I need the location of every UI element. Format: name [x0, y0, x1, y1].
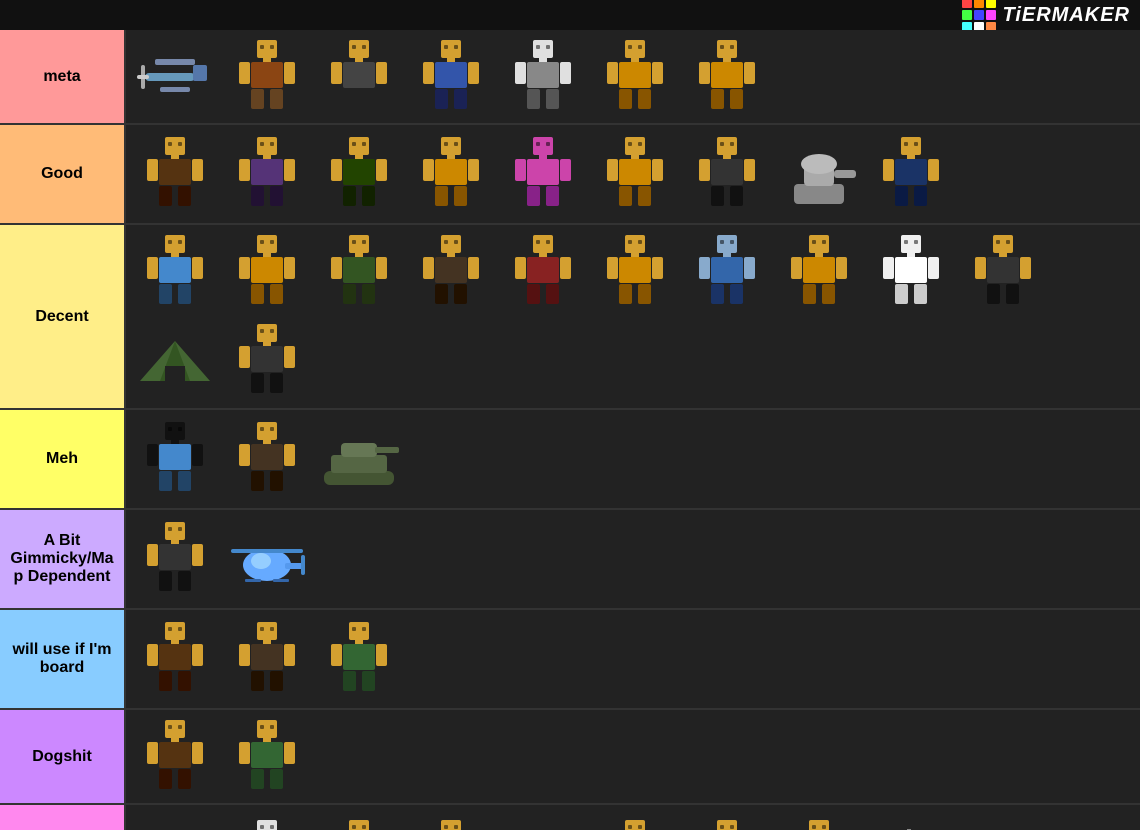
tier-row-dogshit: Dogshit [0, 710, 1140, 805]
tier-label-gimmicky: A Bit Gimmicky/Map Dependent [0, 510, 126, 608]
tier-item [866, 814, 956, 830]
tiers-wrapper: meta [0, 30, 1140, 830]
tier-list: TiERMAKER meta [0, 0, 1140, 830]
tier-row-decent: Decent [0, 225, 1140, 410]
tier-item [130, 34, 220, 119]
tier-item [406, 132, 496, 217]
tier-label-decent: Decent [0, 225, 126, 408]
tier-item [222, 318, 312, 403]
tier-item [682, 34, 772, 119]
tier-item [682, 814, 772, 830]
tier-label-dogshit: Dogshit [0, 710, 126, 803]
top-bar: TiERMAKER [0, 0, 1140, 30]
tier-item [406, 814, 496, 830]
tier-item [590, 814, 680, 830]
tier-item [222, 714, 312, 799]
tier-item [130, 714, 220, 799]
tiermaker-logo: TiERMAKER [962, 0, 1130, 32]
tier-item [130, 417, 220, 502]
tier-label-never: Never own/use [0, 805, 126, 830]
tier-row-board: will use if I'm board [0, 610, 1140, 710]
tier-items-good [126, 125, 1140, 223]
tier-item [222, 814, 312, 830]
logo-cell [974, 0, 984, 8]
tier-item [314, 34, 404, 119]
tier-item [222, 132, 312, 217]
tier-item [498, 814, 588, 830]
tier-label-board: will use if I'm board [0, 610, 126, 708]
tier-item [958, 230, 1048, 315]
tier-item [314, 617, 404, 702]
tier-item [130, 230, 220, 315]
tier-item [130, 132, 220, 217]
tier-items-never [126, 805, 1140, 830]
logo-cell [962, 10, 972, 20]
tier-item [222, 617, 312, 702]
tier-items-board [126, 610, 1140, 708]
tier-item [774, 132, 864, 217]
tier-label-meh: Meh [0, 410, 126, 508]
tier-item [498, 132, 588, 217]
tier-row-never: Never own/use [0, 805, 1140, 830]
tier-item [590, 230, 680, 315]
logo-grid [962, 0, 996, 32]
tier-row-meta: meta [0, 30, 1140, 125]
tier-item [130, 617, 220, 702]
logo-text: TiERMAKER [1002, 4, 1130, 27]
tier-item [130, 517, 220, 602]
tier-item [406, 230, 496, 315]
tier-item [314, 814, 404, 830]
tier-item [314, 132, 404, 217]
tier-item [314, 417, 404, 502]
logo-cell [986, 10, 996, 20]
tier-row-gimmicky: A Bit Gimmicky/Map Dependent [0, 510, 1140, 610]
tier-item [314, 230, 404, 315]
tier-items-gimmicky [126, 510, 1140, 608]
tier-item [590, 132, 680, 217]
tier-item [590, 34, 680, 119]
tier-item [774, 814, 864, 830]
tier-item [866, 230, 956, 315]
tier-item [222, 417, 312, 502]
tier-item [774, 230, 864, 315]
tier-item [222, 230, 312, 315]
tier-item [130, 318, 220, 403]
tier-item [498, 34, 588, 119]
tier-item [682, 230, 772, 315]
logo-cell [962, 0, 972, 8]
tier-item [406, 34, 496, 119]
tier-label-meta: meta [0, 30, 126, 123]
tier-item [498, 230, 588, 315]
tier-item [222, 517, 312, 602]
tier-items-meh [126, 410, 1140, 508]
tier-item [866, 132, 956, 217]
tier-item [682, 132, 772, 217]
tier-item [222, 34, 312, 119]
tier-items-dogshit [126, 710, 1140, 803]
logo-cell [974, 10, 984, 20]
tier-row-meh: Meh [0, 410, 1140, 510]
tier-items-meta [126, 30, 1140, 123]
logo-cell [986, 0, 996, 8]
tier-row-good: Good [0, 125, 1140, 225]
tier-items-decent [126, 225, 1140, 408]
tier-item [130, 814, 220, 830]
tier-label-good: Good [0, 125, 126, 223]
